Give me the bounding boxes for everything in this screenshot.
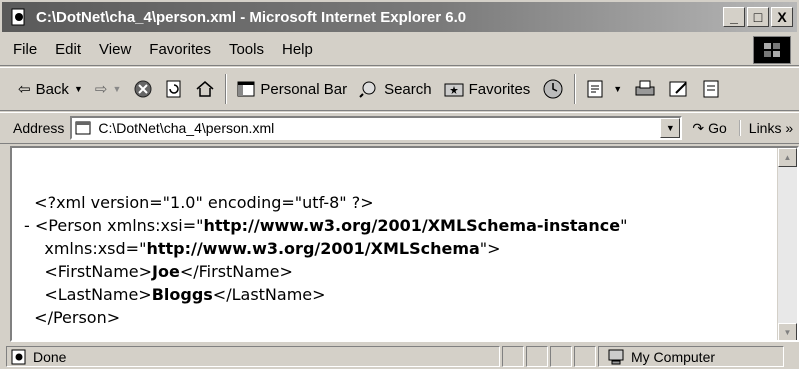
toolbar-separator [574, 74, 577, 104]
address-dropdown-icon[interactable]: ▼ [660, 118, 681, 138]
scroll-down-button[interactable]: ▼ [778, 323, 797, 340]
menu-help[interactable]: Help [273, 41, 322, 58]
edit-button[interactable] [662, 73, 696, 105]
page-done-icon [11, 349, 26, 364]
xml-line-firstname: <FirstName>Joe</FirstName> [44, 262, 293, 281]
xml-line-person-close: </Person> [34, 308, 121, 327]
go-arrow-icon: ↷ [692, 119, 705, 136]
refresh-button[interactable] [159, 73, 189, 105]
zone-text: My Computer [631, 348, 716, 365]
security-zone: My Computer [598, 346, 784, 367]
status-pane [502, 346, 524, 367]
print-button[interactable] [628, 73, 662, 105]
page-content: <?xml version="1.0" encoding="utf-8" ?> … [10, 146, 799, 342]
status-pane [526, 346, 548, 367]
status-done: Done [6, 346, 500, 367]
xml-line-xsd: xmlns:xsd="http://www.w3.org/2001/XMLSch… [44, 239, 501, 258]
favorites-icon [444, 83, 464, 97]
title-bar[interactable]: C:\DotNet\cha_4\person.xml - Microsoft I… [2, 2, 797, 32]
search-label: Search [384, 80, 432, 98]
go-button[interactable]: ↷ Go [692, 120, 726, 137]
collapse-toggle[interactable]: - [24, 216, 30, 235]
back-arrow-icon: ⇦ [18, 81, 31, 98]
address-label: Address [13, 120, 65, 136]
xml-line-lastname: <LastName>Bloggs</LastName> [44, 285, 326, 304]
personal-bar-icon [237, 81, 255, 97]
refresh-icon [166, 80, 181, 98]
back-label: Back [35, 80, 69, 98]
status-pane [550, 346, 572, 367]
status-bar: Done My Computer [0, 344, 799, 369]
window-title: C:\DotNet\cha_4\person.xml - Microsoft I… [36, 8, 467, 26]
status-text: Done [33, 348, 67, 365]
xml-view: <?xml version="1.0" encoding="utf-8" ?> … [24, 168, 628, 340]
ie-window: C:\DotNet\cha_4\person.xml - Microsoft I… [0, 0, 799, 369]
address-input[interactable]: C:\DotNet\cha_4\person.xml ▼ [70, 116, 683, 140]
mail-button[interactable]: ▼ [580, 73, 628, 105]
menu-edit[interactable]: Edit [46, 41, 90, 58]
stop-button[interactable] [127, 73, 159, 105]
personal-bar-button[interactable]: Personal Bar [231, 73, 353, 105]
forward-arrow-icon: ⇨ [94, 81, 108, 98]
standard-toolbar: ⇦ Back ▼ ⇨ ▼ Personal Bar Search Favorit… [0, 67, 799, 111]
windows-logo-icon [753, 36, 791, 64]
discuss-icon [703, 80, 719, 98]
links-button[interactable]: Links » [738, 120, 793, 136]
minimize-button[interactable]: _ [723, 7, 745, 27]
search-icon [359, 81, 376, 98]
mail-dropdown-icon[interactable]: ▼ [613, 84, 622, 94]
scroll-up-button[interactable]: ▲ [778, 148, 797, 167]
close-button[interactable]: X [771, 7, 793, 27]
computer-icon [608, 349, 624, 364]
ie-document-icon [8, 6, 30, 28]
toolbar-separator [225, 74, 228, 104]
edit-icon [669, 81, 687, 97]
favorites-button[interactable]: Favorites [438, 73, 537, 105]
mail-icon [587, 80, 603, 98]
menu-favorites[interactable]: Favorites [140, 41, 220, 58]
personal-bar-label: Personal Bar [260, 80, 348, 98]
menu-file[interactable]: File [0, 41, 46, 58]
back-dropdown-icon[interactable]: ▼ [74, 84, 83, 94]
home-icon [196, 81, 214, 97]
history-button[interactable] [536, 73, 570, 105]
menu-bar: File Edit View Favorites Tools Help [0, 34, 799, 66]
discuss-button[interactable] [696, 73, 726, 105]
go-label: Go [708, 120, 727, 136]
status-pane [574, 346, 596, 367]
xml-line-declaration: <?xml version="1.0" encoding="utf-8" ?> [34, 193, 374, 212]
address-bar: Address C:\DotNet\cha_4\person.xml ▼ ↷ G… [0, 112, 799, 144]
back-button[interactable]: ⇦ Back ▼ [12, 73, 89, 105]
print-icon [635, 80, 655, 96]
forward-button[interactable]: ⇨ ▼ [89, 73, 128, 105]
address-value: C:\DotNet\cha_4\person.xml [98, 120, 275, 136]
xml-document-icon [75, 120, 93, 136]
stop-icon [134, 80, 152, 98]
menu-view[interactable]: View [90, 41, 140, 58]
history-icon [543, 79, 563, 99]
window-controls: _ □ X [723, 7, 793, 27]
xml-line-person-open: - <Person xmlns:xsi="http://www.w3.org/2… [24, 216, 628, 235]
forward-dropdown-icon[interactable]: ▼ [112, 84, 121, 94]
vertical-scrollbar[interactable]: ▲ ▼ [777, 148, 797, 340]
favorites-label: Favorites [468, 80, 531, 98]
menu-tools[interactable]: Tools [220, 41, 273, 58]
maximize-button[interactable]: □ [747, 7, 769, 27]
home-button[interactable] [189, 73, 221, 105]
search-button[interactable]: Search [353, 73, 438, 105]
